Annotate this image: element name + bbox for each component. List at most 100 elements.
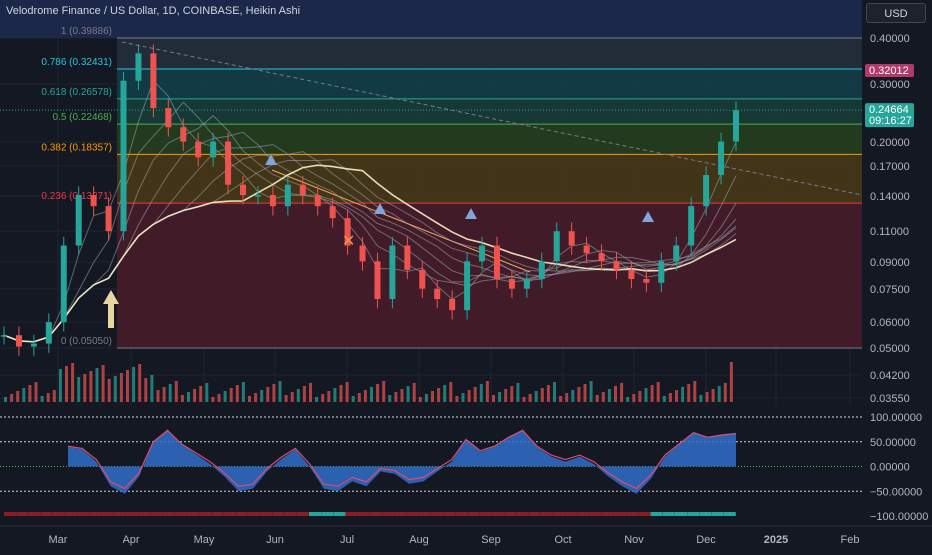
oscillator-status-bar [614, 512, 626, 516]
oscillator-status-bar [309, 512, 321, 516]
candle-body [479, 245, 486, 262]
candle-body [120, 80, 127, 232]
volume-bar [4, 397, 7, 402]
candle-body [523, 278, 530, 289]
oscillator-status-bar [516, 512, 529, 516]
volume-bar [504, 389, 508, 402]
volume-bar [668, 393, 672, 402]
volume-bar [58, 369, 62, 402]
volume-bar [113, 376, 117, 402]
chart-stage[interactable]: 1 (0.39886) 0.786 (0.32431) 0.618 (0.26578… [0, 0, 932, 550]
fib-level-label: 0 (0.05050) [61, 336, 112, 347]
volume-bar [431, 391, 434, 402]
volume-bar [40, 396, 44, 402]
fib-zone [117, 98, 862, 125]
time-axis-tick-label: Sep [481, 534, 501, 546]
time-axis-tick-label: Feb [841, 534, 860, 546]
oscillator-status-bar [321, 512, 334, 516]
oscillator-status-bar [272, 512, 285, 516]
candle-body [613, 261, 620, 270]
oscillator-status-bar [601, 512, 614, 516]
candle-body [314, 195, 321, 207]
candle-body [210, 141, 217, 158]
currency-button[interactable]: USD [866, 3, 926, 23]
oscillator-status-bar [638, 512, 651, 516]
volume-bar [424, 394, 428, 402]
oscillator-status-bar [333, 512, 346, 516]
volume-bar [327, 391, 331, 402]
oscillator-status-bar [370, 512, 382, 516]
time-axis-tick-label: Nov [624, 534, 644, 546]
candle-body [359, 245, 366, 262]
candle-body [75, 195, 82, 246]
oscillator-status-bar [492, 512, 504, 516]
candle-body [60, 245, 67, 323]
volume-bar [693, 381, 697, 402]
price-axis-tick-label: 0.05000 [870, 343, 910, 355]
oscillator-status-bar [687, 512, 700, 516]
volume-bar [10, 394, 14, 402]
candle-body [15, 335, 22, 347]
volume-bar [272, 384, 276, 402]
fib-level-label: 0.786 (0.32431) [41, 57, 112, 68]
oscillator-status-bar [174, 512, 187, 516]
oscillator-status-bar [479, 512, 492, 516]
volume-bar [571, 390, 575, 402]
volume-bar [388, 395, 392, 402]
volume-bar [321, 394, 325, 402]
oscillator-status-bar [16, 512, 29, 516]
oscillator-status-bar [467, 512, 480, 516]
volume-bar [644, 388, 648, 402]
volume-bar [290, 392, 294, 402]
oscillator-status-bar [675, 512, 687, 516]
volume-bar [394, 392, 398, 402]
price-axis-tick-label: 0.09000 [870, 257, 910, 269]
oscillator-status-bar [187, 512, 199, 516]
volume-bar [370, 387, 373, 402]
volume-bar [180, 395, 184, 402]
oscillator-status-bar [4, 512, 16, 516]
fib-zone [117, 69, 862, 99]
price-axis-tick-label: 0.11000 [870, 226, 909, 238]
chart-canvas[interactable]: 1 (0.39886) 0.786 (0.32431) 0.618 (0.26578… [0, 0, 932, 550]
fib-level-label: 0.5 (0.22468) [53, 112, 113, 123]
candle-body [703, 175, 710, 207]
price-axis-tick-label: 0.04200 [870, 370, 910, 382]
volume-bar [193, 389, 197, 402]
price-badge-label: 0.32012 [869, 65, 909, 77]
oscillator-status-bar [345, 512, 358, 516]
volume-bar [254, 393, 258, 402]
oscillator-axis-tick-label: −100.00000 [870, 511, 928, 523]
volume-bar [528, 394, 532, 402]
volume-bar [510, 386, 514, 402]
volume-bar [656, 382, 660, 402]
volume-bar [498, 392, 502, 402]
candle-body [568, 231, 575, 246]
candle-body [404, 245, 411, 270]
oscillator-status-bar [565, 512, 578, 516]
candle-body [329, 206, 336, 219]
candle-body [165, 108, 172, 128]
oscillator-status-bar [504, 512, 517, 516]
oscillator-status-bar [235, 512, 248, 516]
candle-body [30, 343, 37, 347]
candle-body [45, 322, 52, 344]
oscillator-status-bar [296, 512, 309, 516]
volume-bar [119, 373, 123, 402]
volume-bar [559, 396, 563, 402]
volume-bar [52, 390, 56, 402]
oscillator-status-bar [126, 512, 138, 516]
volume-bar [241, 382, 245, 402]
volume-bar [400, 389, 404, 402]
price-axis-tick-label: 0.06000 [870, 317, 910, 329]
volume-bar [77, 377, 81, 402]
time-axis-tick-label: Apr [122, 534, 139, 546]
candle-body [195, 141, 202, 158]
time-axis-tick-label: May [194, 534, 215, 546]
volume-bar [101, 365, 105, 402]
candle-body [658, 261, 665, 283]
price-axis-tick-label: 0.40000 [870, 33, 910, 45]
volume-bar [455, 396, 459, 402]
volume-bar [199, 386, 203, 402]
volume-bar [174, 381, 178, 402]
